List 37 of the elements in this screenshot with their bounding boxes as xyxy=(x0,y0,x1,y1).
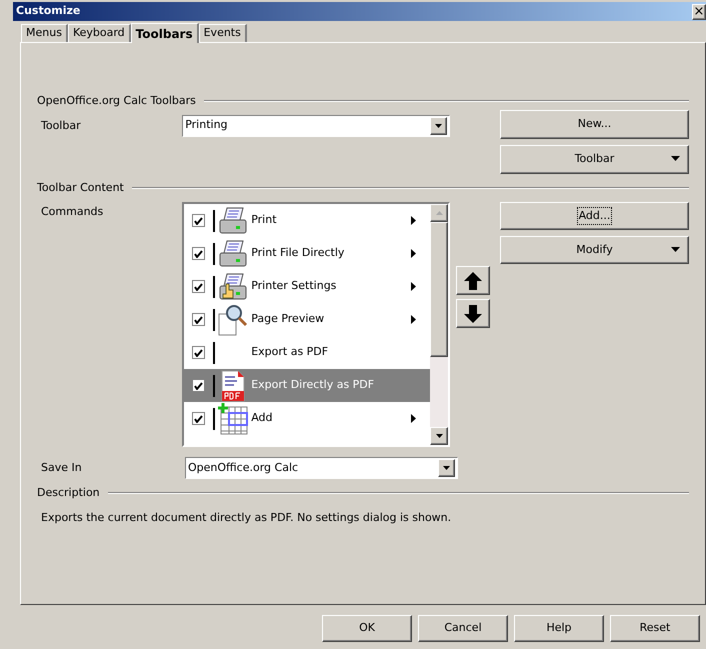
dialog-button[interactable]: Reset xyxy=(610,615,700,642)
tab[interactable]: Toolbars xyxy=(130,23,199,43)
command-label: Export as PDF xyxy=(251,344,330,360)
group-title: Toolbar Content xyxy=(37,180,124,196)
tab[interactable]: Menus xyxy=(21,24,68,42)
dropdown-field[interactable]: OpenOffice.org Calc xyxy=(185,457,458,479)
dropdown-field[interactable]: Printing xyxy=(182,114,450,136)
dialog-button[interactable]: OK xyxy=(322,615,412,642)
command-label: Printer Settings xyxy=(251,278,338,294)
group-title: Description xyxy=(37,485,100,501)
command-label: Add xyxy=(251,410,274,426)
command-label: Print xyxy=(251,212,278,228)
new-button[interactable]: New... xyxy=(500,110,689,138)
command-item[interactable]: Print File Directly xyxy=(184,237,430,270)
add-button[interactable]: Add... xyxy=(500,202,689,230)
dialog-button[interactable]: Help xyxy=(514,615,604,642)
description-text: Exports the current document directly as PDF. No settings dialog is shown. xyxy=(40,510,452,526)
field-label: Save In xyxy=(40,460,83,476)
command-label: Print File Directly xyxy=(251,245,346,262)
field-label: Toolbar xyxy=(40,118,82,134)
command-item[interactable]: Export Directly as PDF xyxy=(184,369,430,402)
field-label: Commands xyxy=(40,204,104,220)
dialog-button[interactable]: Cancel xyxy=(418,615,508,642)
tab[interactable]: Keyboard xyxy=(68,24,131,42)
group-title: OpenOffice.org Calc Toolbars xyxy=(37,93,196,109)
command-item[interactable]: Add xyxy=(184,402,430,435)
toolbar-menu-button[interactable]: Toolbar xyxy=(500,144,689,174)
modify-menu-button[interactable]: Modify xyxy=(500,236,689,264)
command-item[interactable]: Export as PDF xyxy=(184,336,430,369)
command-label: Export Directly as PDF xyxy=(251,377,376,394)
tab[interactable]: Events xyxy=(198,24,247,42)
command-label: Page Preview xyxy=(251,311,326,328)
close-button[interactable]: × xyxy=(692,4,706,20)
command-item[interactable]: Print xyxy=(184,204,430,237)
window-title: Customize xyxy=(15,3,80,20)
command-item[interactable]: Printer Settings xyxy=(184,270,430,303)
command-item[interactable]: Page Preview xyxy=(184,303,430,336)
